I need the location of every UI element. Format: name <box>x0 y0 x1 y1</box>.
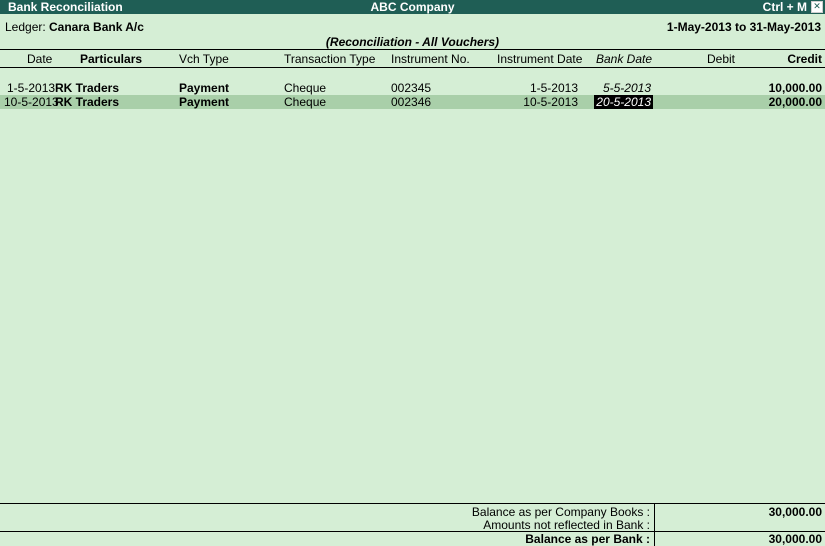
col-credit: Credit <box>787 52 822 66</box>
period-range: 1-May-2013 to 31-May-2013 <box>666 20 821 34</box>
row-vch-type: Payment <box>179 81 230 95</box>
row-bank-date[interactable]: 5-5-2013 <box>603 81 651 95</box>
books-balance-value: 30,000.00 <box>768 505 822 519</box>
col-vch-type: Vch Type <box>179 52 229 66</box>
col-bank-date: Bank Date <box>596 52 653 66</box>
footer-top-divider <box>0 503 825 504</box>
row-instrument-no: 002345 <box>391 81 432 95</box>
title-bar: Bank Reconciliation ABC Company Ctrl + M… <box>0 0 825 14</box>
ledger-info: Ledger: Canara Bank A/c 1-May-2013 to 31… <box>0 20 825 36</box>
close-icon[interactable]: ✕ <box>811 1 823 13</box>
row-vch-type: Payment <box>179 95 230 109</box>
row-transaction-type: Cheque <box>284 95 327 109</box>
footer-column-divider <box>654 503 655 546</box>
ledger-name: Canara Bank A/c <box>49 20 144 34</box>
row-credit: 20,000.00 <box>768 95 822 109</box>
bank-balance-value: 30,000.00 <box>768 532 822 546</box>
col-instrument-no: Instrument No. <box>391 52 470 66</box>
row-credit: 10,000.00 <box>768 81 822 95</box>
books-balance-label: Balance as per Company Books : <box>471 505 650 519</box>
row-transaction-type: Cheque <box>284 81 327 95</box>
col-debit: Debit <box>707 52 736 66</box>
not-reflected-label: Amounts not reflected in Bank : <box>483 518 650 532</box>
col-date: Date <box>27 52 53 66</box>
bank-balance-label: Balance as per Bank : <box>525 532 650 546</box>
col-particulars: Particulars <box>80 52 143 66</box>
row-instrument-date: 10-5-2013 <box>523 95 578 109</box>
ledger-label: Ledger: <box>5 20 46 34</box>
footer-bottom-divider <box>0 531 825 532</box>
row-particulars: RK Traders <box>55 95 120 109</box>
bank-date-input[interactable]: 20-5-2013 <box>594 95 653 109</box>
company-name: ABC Company <box>370 0 455 14</box>
col-instrument-date: Instrument Date <box>497 52 583 66</box>
row-instrument-no: 002346 <box>391 95 432 109</box>
row-date: 1-5-2013 <box>7 81 56 95</box>
shortcut-label: Ctrl + M <box>762 0 807 14</box>
report-subtitle: (Reconciliation - All Vouchers) <box>325 35 500 49</box>
table-row[interactable]: 1-5-2013 RK Traders Payment Cheque 00234… <box>0 81 825 95</box>
row-particulars: RK Traders <box>55 81 120 95</box>
col-transaction-type: Transaction Type <box>284 52 376 66</box>
column-header: Date Particulars Vch Type Transaction Ty… <box>0 49 825 68</box>
table-row-selected[interactable]: 10-5-2013 RK Traders Payment Cheque 0023… <box>0 95 825 109</box>
row-instrument-date: 1-5-2013 <box>529 81 578 95</box>
row-date: 10-5-2013 <box>4 95 59 109</box>
